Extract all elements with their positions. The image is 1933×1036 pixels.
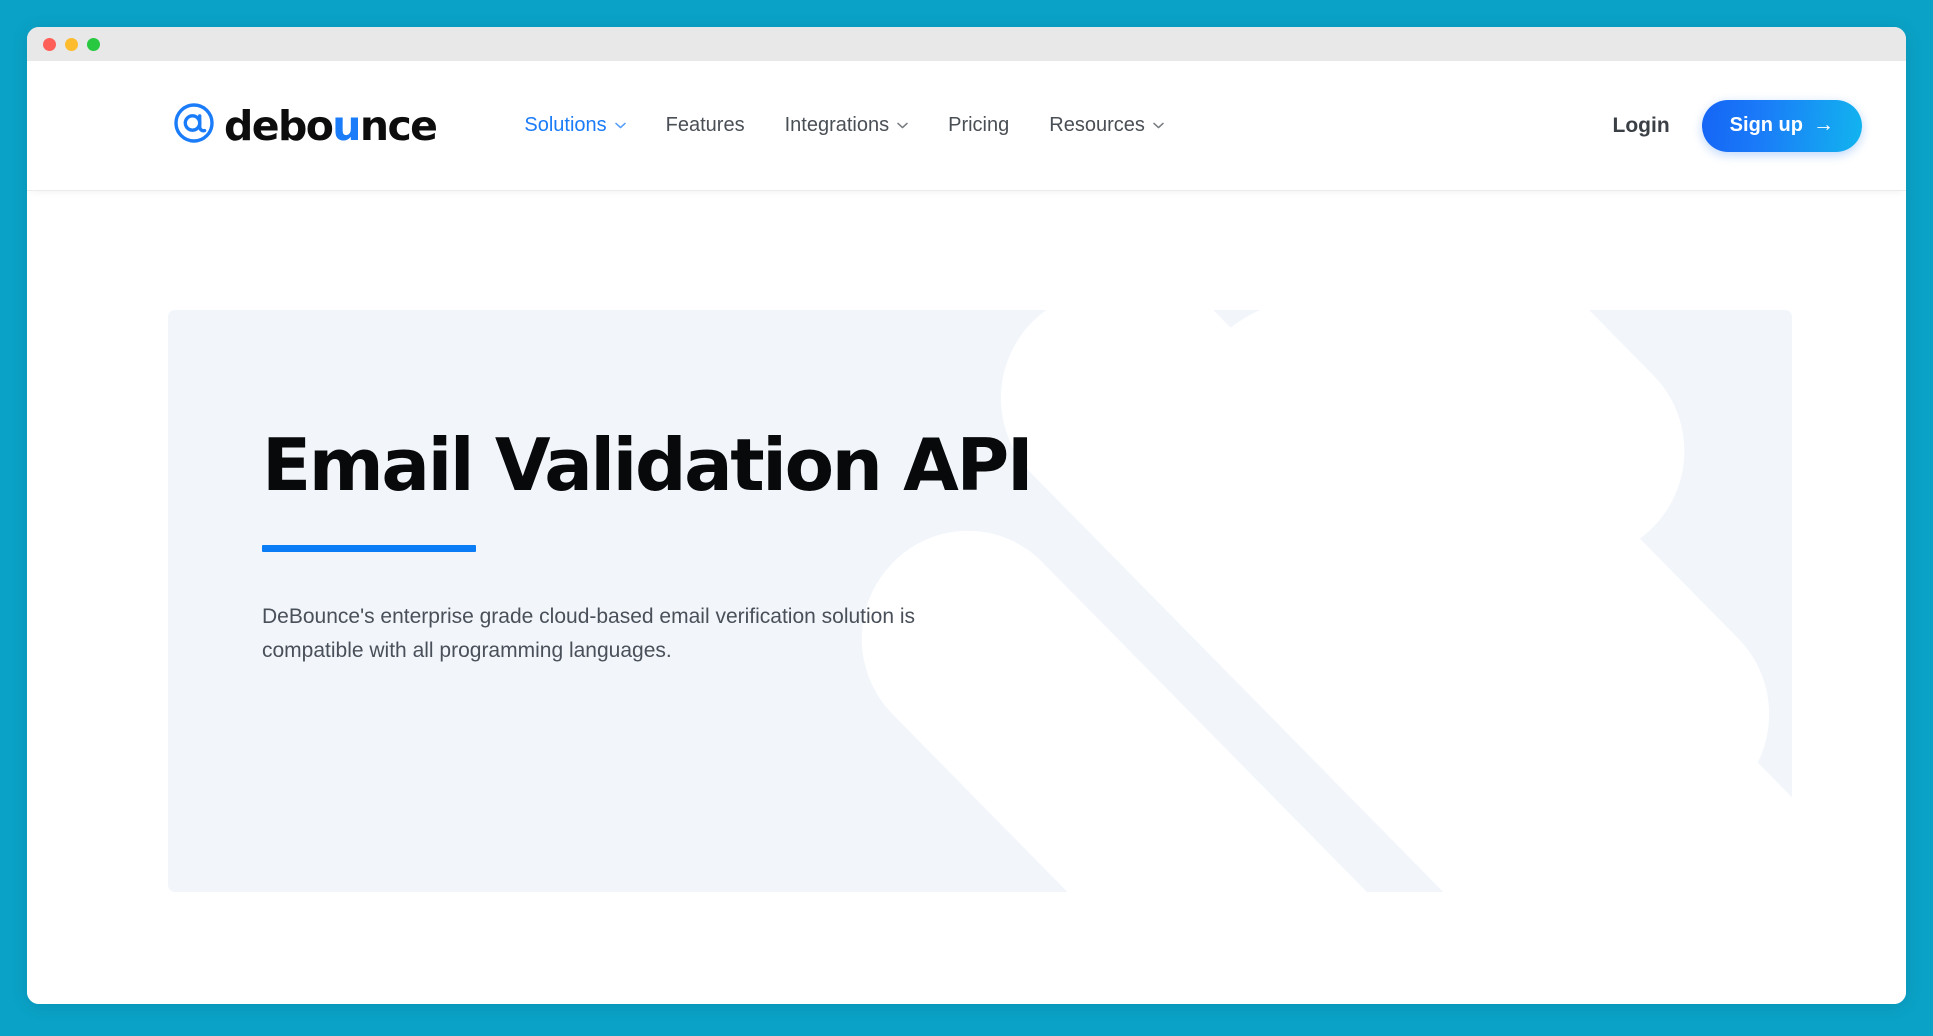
header-actions: Login Sign up → bbox=[1613, 99, 1862, 152]
nav-item-features[interactable]: Features bbox=[646, 104, 765, 147]
title-underline-rule bbox=[262, 545, 476, 553]
hero-content: Email Validation API DeBounce's enterpri… bbox=[168, 310, 1792, 668]
desktop-background: debounce Solutions Features Integrations bbox=[0, 0, 1933, 1036]
nav-item-resources[interactable]: Resources bbox=[1029, 104, 1184, 147]
close-button[interactable] bbox=[43, 37, 56, 51]
logo-word-before: debo bbox=[224, 102, 334, 150]
minimize-button[interactable] bbox=[65, 37, 78, 51]
maximize-button[interactable] bbox=[87, 37, 100, 51]
signup-button-label: Sign up bbox=[1729, 114, 1803, 136]
nav-item-label: Pricing bbox=[948, 114, 1010, 136]
hero-section: Email Validation API DeBounce's enterpri… bbox=[27, 191, 1906, 892]
signup-button[interactable]: Sign up → bbox=[1701, 99, 1862, 152]
nav-item-label: Resources bbox=[1049, 114, 1145, 136]
window-titlebar bbox=[27, 27, 1906, 61]
page-title: Email Validation API bbox=[262, 423, 1034, 507]
logo-word-accent: u bbox=[332, 102, 361, 150]
login-link[interactable]: Login bbox=[1613, 114, 1670, 138]
logo-word-after: nce bbox=[359, 102, 438, 150]
arrow-right-icon: → bbox=[1813, 113, 1834, 136]
chevron-down-icon bbox=[614, 122, 626, 129]
logo-debounce[interactable]: debounce bbox=[173, 102, 438, 149]
nav-item-label: Solutions bbox=[524, 114, 607, 136]
hero-description: DeBounce's enterprise grade cloud-based … bbox=[262, 605, 916, 663]
page-viewport: debounce Solutions Features Integrations bbox=[27, 61, 1906, 1004]
browser-window: debounce Solutions Features Integrations bbox=[27, 27, 1906, 1004]
primary-nav: Solutions Features Integrations Pricing … bbox=[504, 104, 1183, 147]
nav-item-pricing[interactable]: Pricing bbox=[928, 104, 1029, 147]
at-sign-icon bbox=[173, 102, 215, 149]
hero-card: Email Validation API DeBounce's enterpri… bbox=[168, 310, 1792, 892]
chevron-down-icon bbox=[1153, 122, 1164, 129]
nav-item-solutions[interactable]: Solutions bbox=[504, 104, 645, 147]
site-header: debounce Solutions Features Integrations bbox=[27, 61, 1906, 191]
nav-item-label: Integrations bbox=[784, 114, 890, 136]
logo-wordmark: debounce bbox=[224, 106, 438, 147]
chevron-down-icon bbox=[897, 122, 908, 129]
nav-item-label: Features bbox=[665, 114, 745, 136]
nav-item-integrations[interactable]: Integrations bbox=[765, 104, 929, 147]
